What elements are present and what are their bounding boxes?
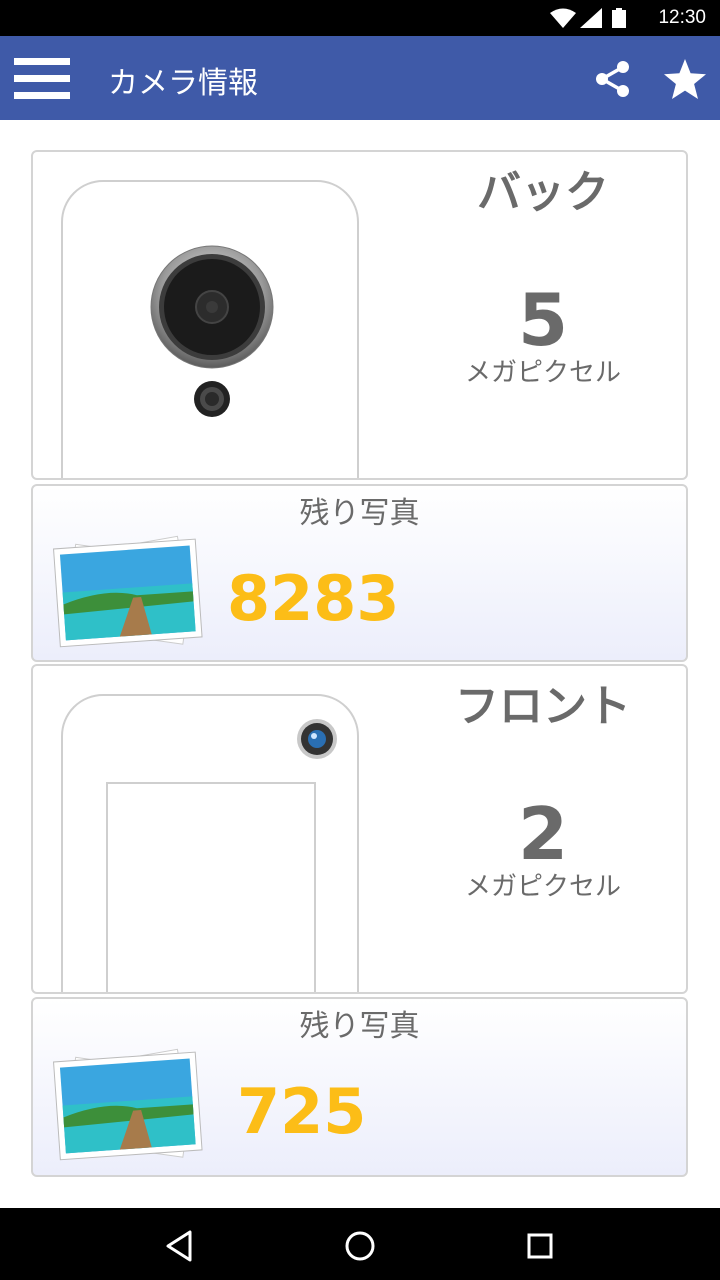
nav-back-button[interactable]: [160, 1226, 200, 1266]
battery-icon: [612, 8, 626, 28]
recents-nav-icon: [527, 1233, 553, 1259]
back-megapixels-value: 5: [517, 278, 569, 362]
front-camera-lens-icon: [297, 719, 337, 759]
share-icon: [596, 61, 629, 97]
back-camera-card: バック 5 メガピクセル: [31, 150, 688, 480]
back-camera-lens-icon: [150, 245, 274, 369]
front-megapixels-value: 2: [517, 792, 569, 876]
photo-stack-icon: [53, 1048, 203, 1161]
app-bar: カメラ情報: [0, 36, 720, 120]
status-bar: 12:30: [0, 0, 720, 36]
menu-button[interactable]: [14, 58, 70, 100]
back-megapixels-unit: メガピクセル: [464, 358, 621, 388]
page-title: カメラ情報: [108, 66, 258, 101]
home-nav-icon: [345, 1231, 375, 1261]
favorite-button[interactable]: [662, 56, 708, 102]
back-nav-icon: [166, 1230, 192, 1262]
signal-icon: [580, 8, 602, 28]
back-camera-label: バック: [477, 167, 609, 218]
front-camera-card: フロント 2 メガピクセル: [31, 664, 688, 994]
front-photos-count: 725: [237, 1075, 367, 1148]
nav-recents-button[interactable]: [520, 1226, 560, 1266]
front-camera-label: フロント: [455, 681, 631, 732]
front-megapixels-unit: メガピクセル: [464, 872, 621, 902]
photo-stack-icon: [53, 535, 203, 648]
back-photos-count: 8283: [227, 562, 400, 635]
phone-screen-outline: [106, 782, 316, 992]
front-photos-card: 残り写真 725: [31, 997, 688, 1177]
back-photos-card: 残り写真 8283: [31, 484, 688, 662]
navigation-bar: [0, 1208, 720, 1280]
wifi-icon: [550, 8, 576, 28]
flash-icon: [194, 381, 230, 417]
share-button[interactable]: [592, 58, 634, 100]
star-icon: [664, 59, 706, 99]
nav-home-button[interactable]: [340, 1226, 380, 1266]
status-time: 12:30: [658, 7, 706, 28]
